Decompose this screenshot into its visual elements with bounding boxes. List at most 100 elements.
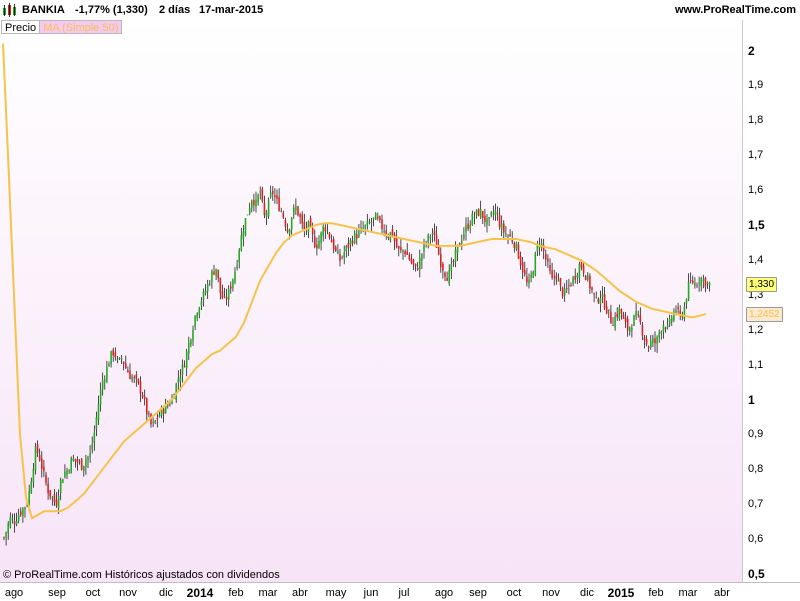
candle-down [278,196,280,211]
candle-down [624,317,627,323]
candle-down [591,287,593,291]
candle-down [43,466,45,472]
candle-up [322,226,324,237]
candlestick-chart[interactable] [0,0,800,600]
candle-down [219,277,222,293]
y-tick-label: 2 [748,43,755,58]
candle-down [477,209,480,216]
candle-down [519,256,522,266]
legend-ma[interactable]: MA (Simple 50) [40,20,123,34]
candle-down [339,253,341,261]
candle-up [536,245,539,252]
candle-up [34,446,37,471]
candle-up [473,216,476,218]
candle-down [414,263,417,267]
legend-price[interactable]: Precio [1,20,41,34]
candle-down [387,236,390,238]
candle-up [251,200,253,209]
candle-down [156,417,159,420]
candle-up [30,481,33,494]
x-tick-label: mar [258,587,278,599]
candle-down [582,265,585,274]
candle-down [13,521,16,525]
candle-down [467,223,469,230]
candle-down [351,240,354,244]
candle-down [406,251,408,255]
candle-up [683,306,686,319]
candle-down [524,270,526,275]
candle-up [192,329,194,342]
x-tick-label: sep [469,587,487,599]
candle-down [568,285,570,287]
price-change: -1,77% (1,330) [75,4,148,16]
candle-up [259,191,261,193]
candle-up [454,249,457,263]
candle-down [261,188,264,202]
y-tick-label: 0,6 [748,533,764,546]
candle-up [295,206,297,211]
candle-down [129,370,131,379]
candle-up [66,470,68,475]
candle-up [358,230,360,237]
candle-up [578,263,581,278]
x-tick-label: feb [648,587,664,599]
candle-down [127,369,129,373]
candle-down [80,458,83,470]
candle-down [513,242,516,249]
candle-up [209,283,211,285]
candle-down [122,361,125,364]
candle-up [461,241,463,244]
candle-up [656,336,658,345]
candle-up [448,270,450,285]
candle-down [412,259,415,265]
candle-down [335,247,337,251]
candle-down [311,228,314,235]
candle-up [11,518,14,520]
candle-up [32,468,35,483]
candle-up [194,315,196,327]
candle-up [236,265,238,269]
candle-down [561,287,564,297]
candle-down [272,190,274,194]
candle-up [185,351,188,368]
candle-down [597,298,600,303]
candle-up [202,291,205,301]
candle-down [332,239,335,250]
x-tick-label: jul [398,587,410,599]
x-tick-label: ago [4,587,24,599]
candle-up [463,233,465,239]
candle-down [442,263,444,271]
candle-down [221,291,224,299]
candle-up [158,415,161,417]
candle-up [349,239,352,245]
candle-up [188,342,190,354]
candle-down [482,210,484,219]
candle-down [551,270,553,278]
candle-down [137,379,140,384]
y-tick-label: 0,7 [748,498,764,511]
candle-down [49,490,51,497]
candle-down [593,293,595,295]
candle-up [618,307,621,319]
candle-up [87,456,89,461]
candle-down [641,325,644,336]
symbol-name: BANKIA [22,4,65,16]
candle-up [51,496,54,498]
candle-up [631,327,633,331]
candle-up [475,209,478,215]
candle-down [47,483,49,494]
candle-up [15,521,18,525]
candle-down [301,214,303,224]
candle-down [230,286,232,289]
candle-up [177,378,180,383]
candle-down [286,229,289,232]
candle-up [698,282,700,284]
candle-down [509,234,511,237]
candle-down [553,276,555,278]
candle-up [662,325,665,332]
candle-up [601,294,604,298]
candle-up [116,359,119,360]
candle-down [316,244,318,249]
candle-up [505,233,507,236]
candle-down [647,346,650,348]
